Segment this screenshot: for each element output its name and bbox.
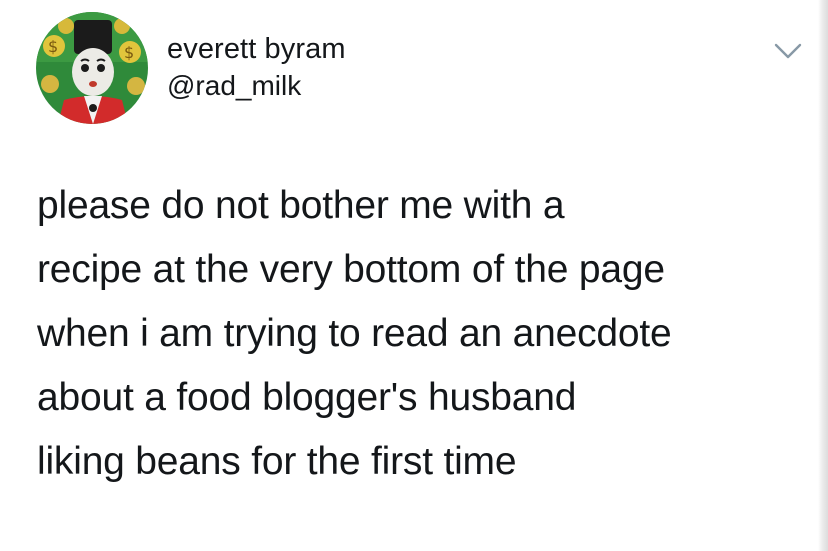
- svg-text:$: $: [48, 37, 58, 56]
- tweet-line: liking beans for the first time: [37, 440, 517, 483]
- user-handle[interactable]: @rad_milk: [167, 69, 346, 103]
- tweet-line: please do not bother me with a: [37, 184, 565, 227]
- user-avatar-icon[interactable]: $ $: [36, 12, 148, 124]
- chevron-down-icon[interactable]: [770, 38, 806, 62]
- avatar-image: $ $: [36, 12, 148, 124]
- tweet-header: $ $ everett byram @rad_milk: [36, 12, 806, 130]
- svg-text:$: $: [124, 43, 134, 62]
- tweet-line: about a food blogger's husband: [37, 376, 577, 419]
- tweet-line: when i am trying to read an anecdote: [37, 312, 672, 355]
- tweet-text: please do not bother me with a recipe at…: [37, 174, 807, 494]
- tweet-card: $ $ everett byram @rad_milk please do no…: [0, 0, 828, 551]
- user-names: everett byram @rad_milk: [167, 32, 346, 103]
- page-edge: [818, 0, 828, 551]
- tweet-line: recipe at the very bottom of the page: [37, 248, 665, 291]
- display-name[interactable]: everett byram: [167, 32, 346, 66]
- chevron-down-glyph: [774, 43, 802, 59]
